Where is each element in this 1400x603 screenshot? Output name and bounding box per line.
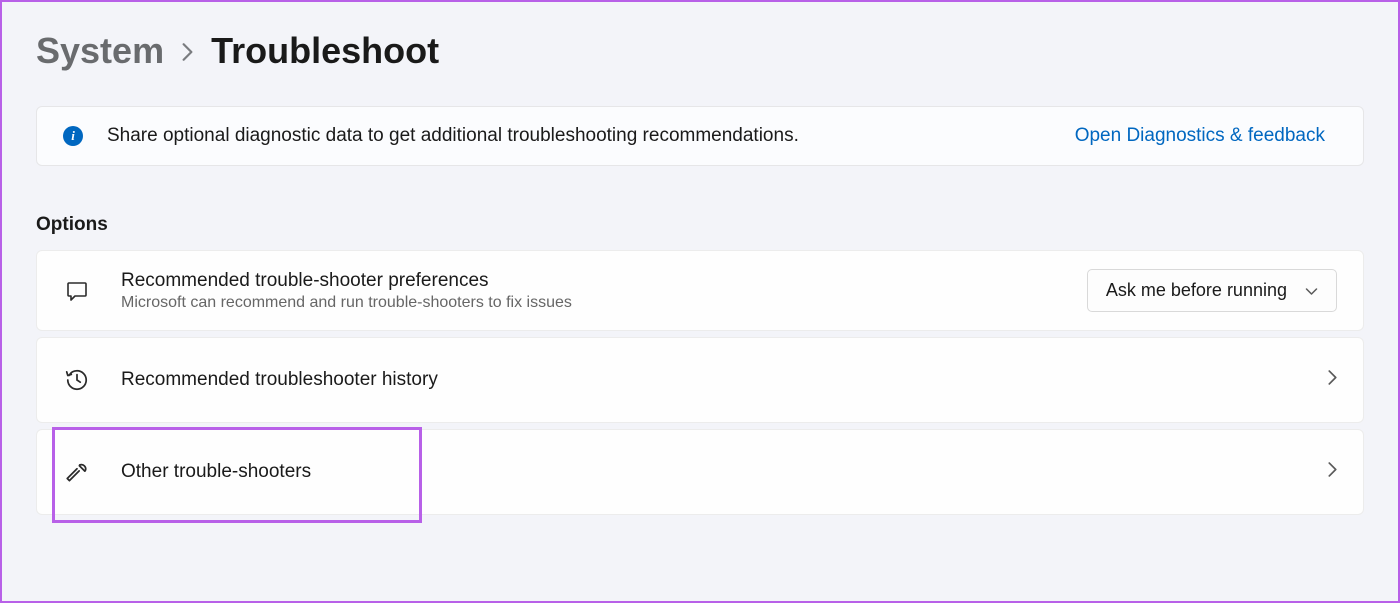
dropdown-value: Ask me before running — [1106, 280, 1287, 301]
info-text: Share optional diagnostic data to get ad… — [107, 125, 1055, 147]
chevron-right-icon — [182, 41, 193, 67]
section-title-options: Options — [36, 214, 1364, 236]
history-icon — [63, 366, 91, 394]
option-history[interactable]: Recommended troubleshooter history — [36, 337, 1364, 423]
info-icon: i — [63, 126, 83, 146]
open-diagnostics-link[interactable]: Open Diagnostics & feedback — [1075, 125, 1325, 147]
option-history-title: Recommended troubleshooter history — [121, 369, 1328, 391]
breadcrumb-parent[interactable]: System — [36, 30, 164, 72]
page-title: Troubleshoot — [211, 30, 439, 72]
comment-icon — [63, 277, 91, 305]
option-preferences-title: Recommended trouble-shooter preferences — [121, 270, 1087, 292]
option-other-title: Other trouble-shooters — [121, 461, 1328, 483]
option-preferences[interactable]: Recommended trouble-shooter preferences … — [36, 250, 1364, 331]
chevron-right-icon — [1328, 462, 1337, 482]
info-banner: i Share optional diagnostic data to get … — [36, 106, 1364, 166]
chevron-right-icon — [1328, 370, 1337, 390]
wrench-icon — [63, 458, 91, 486]
preferences-dropdown[interactable]: Ask me before running — [1087, 269, 1337, 312]
option-other-troubleshooters[interactable]: Other trouble-shooters — [36, 429, 1364, 515]
option-preferences-sub: Microsoft can recommend and run trouble-… — [121, 294, 1087, 312]
breadcrumb: System Troubleshoot — [36, 30, 1364, 72]
chevron-down-icon — [1305, 280, 1318, 301]
